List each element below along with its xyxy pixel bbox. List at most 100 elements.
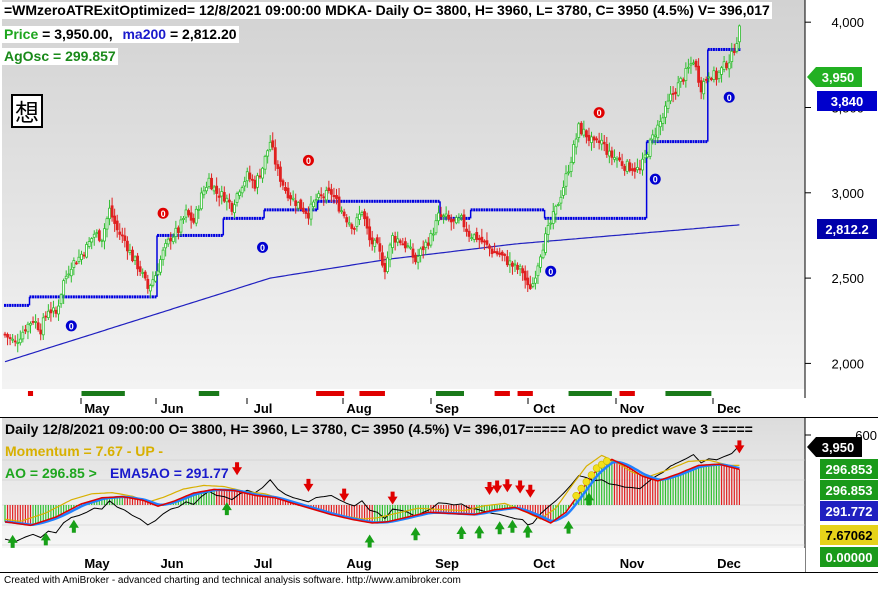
ao-bar	[736, 468, 738, 505]
stop-dot	[498, 208, 501, 212]
footer-credit: Created with AmiBroker - advanced charti…	[4, 575, 461, 586]
ao-bar	[267, 496, 269, 505]
signal-block	[494, 391, 510, 396]
candle-up	[429, 233, 433, 246]
stop-dot	[644, 216, 647, 220]
ao-bar	[641, 476, 644, 505]
stop-dot	[626, 216, 629, 220]
candle-up	[684, 67, 688, 81]
candle-up	[202, 190, 206, 196]
wave-dot	[572, 491, 581, 500]
sub-axis-tag-label: 7.67062	[826, 528, 873, 543]
stop-dot	[287, 208, 290, 212]
stop-dot	[511, 208, 514, 212]
stop-dot	[697, 140, 700, 144]
candle-up	[52, 307, 55, 312]
ao-bar	[662, 479, 664, 505]
candle-down	[732, 51, 736, 54]
candle-up	[730, 50, 734, 63]
x-tick-label: May	[84, 401, 110, 416]
signal-block	[27, 391, 34, 396]
ao-bar	[27, 505, 29, 526]
stop-dot	[343, 199, 346, 203]
ao-bar	[244, 493, 246, 505]
candle-down	[715, 70, 718, 80]
wave-dot	[582, 477, 591, 486]
ao-bar	[264, 496, 266, 505]
candle-up	[689, 63, 693, 66]
ao-bar	[256, 495, 259, 505]
candle-down	[401, 243, 405, 246]
sub-x-tick-label: Jul	[254, 556, 273, 571]
y-tick-label: 3,000	[831, 186, 864, 201]
stop-dot	[266, 208, 269, 212]
candle-up	[199, 192, 203, 210]
ao-bar	[690, 468, 692, 505]
candle-up	[541, 249, 545, 259]
stop-tag: 3,840	[817, 91, 877, 111]
stop-dot	[674, 140, 677, 144]
ao-bar	[134, 498, 136, 505]
candle-up	[508, 260, 512, 266]
agosc-line: AgOsc = 299.857	[2, 48, 118, 65]
exit-marker-label: 0	[653, 175, 658, 185]
candle-up	[727, 62, 731, 70]
stop-dot	[162, 233, 165, 237]
stop-dot	[123, 295, 126, 299]
candle-down	[623, 165, 627, 171]
stop-dot	[292, 208, 295, 212]
price-axis[interactable]: 2,0002,5003,0003,5004,0003,9503,8402,812…	[805, 15, 877, 371]
ao-bar	[644, 477, 646, 505]
stop-dot	[251, 216, 254, 220]
candle-up	[544, 233, 547, 253]
sub-axis-tag: 3,950	[807, 437, 862, 457]
ao-bar	[680, 472, 682, 505]
candle-up	[457, 217, 461, 221]
candle-up	[658, 121, 662, 128]
candle-up	[646, 154, 649, 158]
stop-dot	[144, 295, 147, 299]
y-tick-label: 2,500	[831, 271, 864, 286]
stop-dot	[19, 303, 22, 307]
ao-bar	[675, 474, 677, 505]
stop-dot	[682, 140, 685, 144]
stop-dot	[516, 208, 519, 212]
stop-dot	[284, 208, 287, 212]
stop-dot	[371, 199, 374, 203]
stop-dot	[577, 216, 580, 220]
stop-dot	[616, 216, 618, 220]
candle-down	[498, 252, 502, 255]
candle-up	[263, 155, 267, 170]
stop-dot	[582, 216, 585, 220]
candle-down	[592, 136, 596, 141]
ao-bar	[277, 498, 279, 505]
ao-bar	[376, 505, 378, 523]
candle-down	[230, 202, 234, 212]
ao-axis[interactable]: 6003,950296.853296.853291.7727.670620.00…	[805, 428, 878, 567]
candle-up	[722, 61, 726, 70]
candle-up	[296, 202, 300, 209]
ao-bar	[371, 505, 373, 523]
x-tick-label: Jun	[160, 401, 183, 416]
ao-bar	[52, 505, 55, 518]
candle-up	[67, 273, 71, 276]
candle-up	[590, 136, 593, 143]
stop-dot	[549, 216, 552, 220]
candle-up	[256, 175, 259, 188]
stop-dot	[705, 140, 708, 144]
candle-up	[406, 245, 410, 248]
ao-bar	[126, 497, 128, 505]
stop-dot	[126, 295, 129, 299]
candle-up	[26, 323, 30, 333]
stop-dot	[192, 233, 195, 237]
candle-up	[661, 117, 665, 124]
ao-bar	[488, 505, 491, 511]
stop-dot	[529, 208, 532, 212]
stop-dot	[358, 199, 361, 203]
stop-dot	[103, 295, 106, 299]
sub-axis-tag-label: 296.853	[826, 462, 873, 477]
candle-up	[340, 210, 344, 213]
chart-canvas: 00000000 2,0002,5003,0003,5004,0003,9503…	[0, 0, 878, 573]
ao-bar	[478, 505, 480, 514]
sub-axis-tag: 0.00000	[820, 547, 878, 567]
